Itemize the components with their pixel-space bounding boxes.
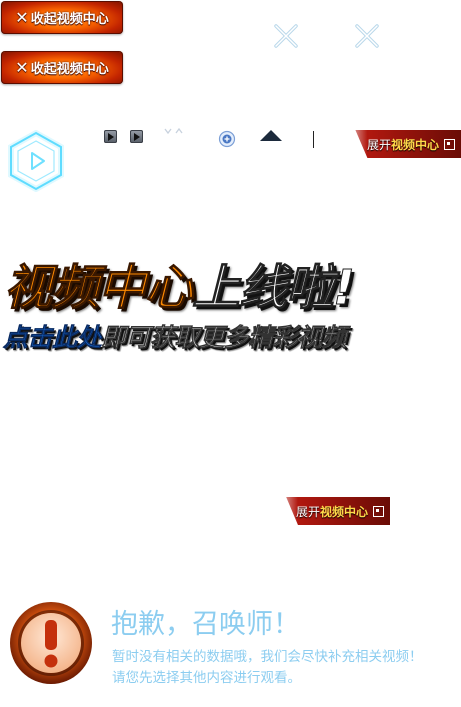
sorry-message-line1: 暂时没有相关的数据哦，我们会尽快补充相关视频！	[112, 649, 423, 665]
triangle-up-icon[interactable]	[259, 129, 283, 142]
plus-circle-icon[interactable]	[218, 130, 236, 148]
arrow-right-icon[interactable]	[104, 130, 117, 143]
expand-video-center-button[interactable]: 展开视频中心	[355, 130, 461, 158]
collapse-button-label: 收起视频中心	[30, 12, 109, 27]
close-small-icon: ✕	[15, 58, 29, 77]
sorry-message-line2: 请您先选择其他内容进行观看。	[112, 670, 301, 686]
divider	[313, 131, 314, 148]
headline-highlight: 视频中心	[3, 260, 193, 317]
expand-video-center-button-hover[interactable]: 展开视频中心	[286, 497, 390, 525]
chevron-icon[interactable]	[163, 127, 185, 137]
expand-banner-label: 展开视频中心	[295, 504, 368, 519]
collapse-video-center-button[interactable]: ✕ 收起视频中心	[1, 1, 123, 34]
subline-link[interactable]: 点击此处即可获取更多精彩视频	[3, 318, 461, 354]
expand-icon	[444, 138, 455, 150]
subline-rest: 即可获取更多精彩视频	[101, 323, 347, 353]
headline-rest: 上线啦!	[192, 260, 356, 317]
headline[interactable]: 视频中心上线啦!	[3, 248, 461, 318]
subline-highlight: 点击此处	[3, 323, 102, 353]
collapse-video-center-button-hover[interactable]: ✕ 收起视频中心	[1, 51, 123, 84]
expand-icon	[373, 505, 384, 517]
sorry-title: 抱歉，召唤师！	[111, 609, 300, 640]
expand-banner-label: 展开视频中心	[366, 137, 439, 152]
close-icon[interactable]	[271, 21, 301, 51]
arrow-right-icon-dark[interactable]	[130, 130, 143, 143]
close-small-icon: ✕	[15, 8, 29, 27]
play-hex-icon[interactable]	[6, 130, 66, 192]
exclamation-icon	[10, 602, 92, 684]
close-icon-hover[interactable]	[352, 21, 382, 51]
collapse-button-label: 收起视频中心	[30, 62, 109, 77]
